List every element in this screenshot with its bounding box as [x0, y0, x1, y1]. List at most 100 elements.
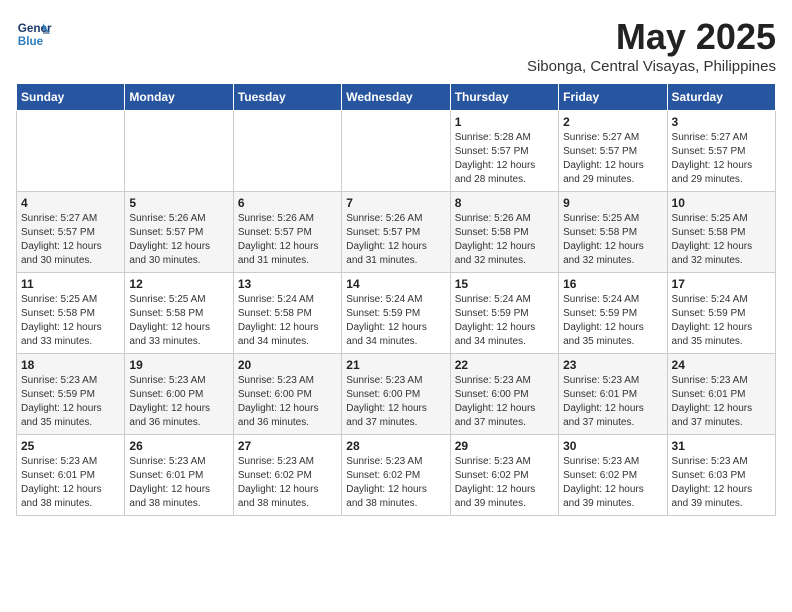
day-number: 10 — [672, 196, 771, 210]
day-number: 30 — [563, 439, 662, 453]
day-info: Sunrise: 5:23 AM Sunset: 6:01 PM Dayligh… — [672, 374, 771, 430]
day-info: Sunrise: 5:23 AM Sunset: 6:00 PM Dayligh… — [129, 374, 228, 430]
calendar-cell: 24Sunrise: 5:23 AM Sunset: 6:01 PM Dayli… — [667, 354, 775, 435]
day-number: 22 — [455, 358, 554, 372]
day-info: Sunrise: 5:23 AM Sunset: 6:01 PM Dayligh… — [563, 374, 662, 430]
calendar-cell: 10 Sunrise: 5:25 AM Sunset: 5:58 PM Dayli… — [667, 192, 775, 273]
calendar-cell: 2 Sunrise: 5:27 AM Sunset: 5:57 PM Daylig… — [559, 111, 667, 192]
day-number: 7 — [346, 196, 445, 210]
day-number: 31 — [672, 439, 771, 453]
day-info: Sunrise: 5:24 AM Sunset: 5:59 PM Dayligh… — [672, 293, 771, 349]
calendar-cell: 21Sunrise: 5:23 AM Sunset: 6:00 PM Dayli… — [342, 354, 450, 435]
calendar-cell: 15 Sunrise: 5:24 AM Sunset: 5:59 PM Dayli… — [450, 273, 558, 354]
day-number: 13 — [238, 277, 337, 291]
day-number: 18 — [21, 358, 120, 372]
day-info: Sunrise: 5:23 AM Sunset: 6:01 PM Dayligh… — [21, 455, 120, 511]
day-number: 27 — [238, 439, 337, 453]
day-info: Sunrise: 5:23 AM Sunset: 6:02 PM Dayligh… — [455, 455, 554, 511]
calendar-cell: 1 Sunrise: 5:28 AM Sunset: 5:57 PM Daylig… — [450, 111, 558, 192]
calendar-cell: 8 Sunrise: 5:26 AM Sunset: 5:58 PM Daylig… — [450, 192, 558, 273]
weekday-header-wednesday: Wednesday — [342, 84, 450, 111]
calendar-cell: 19 Sunrise: 5:23 AM Sunset: 6:00 PM Dayli… — [125, 354, 233, 435]
day-info: Sunrise: 5:24 AM Sunset: 5:59 PM Dayligh… — [346, 293, 445, 349]
calendar-week-2: 4 Sunrise: 5:27 AM Sunset: 5:57 PM Daylig… — [17, 192, 776, 273]
day-info: Sunrise: 5:25 AM Sunset: 5:58 PM Dayligh… — [129, 293, 228, 349]
location-title: Sibonga, Central Visayas, Philippines — [527, 58, 776, 75]
day-number: 1 — [455, 115, 554, 129]
day-info: Sunrise: 5:26 AM Sunset: 5:57 PM Dayligh… — [129, 212, 228, 268]
day-number: 3 — [672, 115, 771, 129]
day-info: Sunrise: 5:23 AM Sunset: 6:01 PM Dayligh… — [129, 455, 228, 511]
svg-text:Blue: Blue — [18, 35, 44, 48]
day-info: Sunrise: 5:27 AM Sunset: 5:57 PM Dayligh… — [672, 131, 771, 187]
day-number: 9 — [563, 196, 662, 210]
weekday-header-row: SundayMondayTuesdayWednesdayThursdayFrid… — [17, 84, 776, 111]
day-number: 20 — [238, 358, 337, 372]
calendar-cell — [17, 111, 125, 192]
day-info: Sunrise: 5:26 AM Sunset: 5:58 PM Dayligh… — [455, 212, 554, 268]
day-info: Sunrise: 5:23 AM Sunset: 6:00 PM Dayligh… — [346, 374, 445, 430]
weekday-header-tuesday: Tuesday — [233, 84, 341, 111]
day-info: Sunrise: 5:26 AM Sunset: 5:57 PM Dayligh… — [238, 212, 337, 268]
day-info: Sunrise: 5:23 AM Sunset: 6:02 PM Dayligh… — [563, 455, 662, 511]
calendar-cell: 28 Sunrise: 5:23 AM Sunset: 6:02 PM Dayli… — [342, 435, 450, 516]
calendar-cell: 9 Sunrise: 5:25 AM Sunset: 5:58 PM Daylig… — [559, 192, 667, 273]
day-number: 29 — [455, 439, 554, 453]
calendar-cell — [233, 111, 341, 192]
calendar-cell: 30 Sunrise: 5:23 AM Sunset: 6:02 PM Dayli… — [559, 435, 667, 516]
day-info: Sunrise: 5:23 AM Sunset: 6:03 PM Dayligh… — [672, 455, 771, 511]
day-info: Sunrise: 5:24 AM Sunset: 5:58 PM Dayligh… — [238, 293, 337, 349]
weekday-header-friday: Friday — [559, 84, 667, 111]
calendar-cell: 26 Sunrise: 5:23 AM Sunset: 6:01 PM Dayli… — [125, 435, 233, 516]
calendar-cell: 17 Sunrise: 5:24 AM Sunset: 5:59 PM Dayli… — [667, 273, 775, 354]
month-title: May 2025 — [527, 16, 776, 58]
day-number: 19 — [129, 358, 228, 372]
day-info: Sunrise: 5:26 AM Sunset: 5:57 PM Dayligh… — [346, 212, 445, 268]
calendar-cell: 12 Sunrise: 5:25 AM Sunset: 5:58 PM Dayli… — [125, 273, 233, 354]
title-area: May 2025 Sibonga, Central Visayas, Phili… — [527, 16, 776, 75]
day-number: 23 — [563, 358, 662, 372]
day-number: 6 — [238, 196, 337, 210]
day-info: Sunrise: 5:28 AM Sunset: 5:57 PM Dayligh… — [455, 131, 554, 187]
day-number: 2 — [563, 115, 662, 129]
day-number: 25 — [21, 439, 120, 453]
calendar-cell: 3 Sunrise: 5:27 AM Sunset: 5:57 PM Daylig… — [667, 111, 775, 192]
day-number: 17 — [672, 277, 771, 291]
calendar-cell — [125, 111, 233, 192]
calendar-cell: 18 Sunrise: 5:23 AM Sunset: 5:59 PM Dayli… — [17, 354, 125, 435]
day-number: 11 — [21, 277, 120, 291]
day-number: 4 — [21, 196, 120, 210]
weekday-header-sunday: Sunday — [17, 84, 125, 111]
calendar-table: SundayMondayTuesdayWednesdayThursdayFrid… — [16, 83, 776, 516]
day-number: 28 — [346, 439, 445, 453]
weekday-header-thursday: Thursday — [450, 84, 558, 111]
calendar-week-4: 18 Sunrise: 5:23 AM Sunset: 5:59 PM Dayli… — [17, 354, 776, 435]
day-info: Sunrise: 5:24 AM Sunset: 5:59 PM Dayligh… — [563, 293, 662, 349]
day-number: 8 — [455, 196, 554, 210]
calendar-cell — [342, 111, 450, 192]
weekday-header-saturday: Saturday — [667, 84, 775, 111]
day-info: Sunrise: 5:25 AM Sunset: 5:58 PM Dayligh… — [672, 212, 771, 268]
day-info: Sunrise: 5:23 AM Sunset: 6:00 PM Dayligh… — [455, 374, 554, 430]
day-number: 15 — [455, 277, 554, 291]
calendar-cell: 23 Sunrise: 5:23 AM Sunset: 6:01 PM Dayli… — [559, 354, 667, 435]
day-info: Sunrise: 5:25 AM Sunset: 5:58 PM Dayligh… — [563, 212, 662, 268]
calendar-cell: 27 Sunrise: 5:23 AM Sunset: 6:02 PM Dayli… — [233, 435, 341, 516]
calendar-cell: 25 Sunrise: 5:23 AM Sunset: 6:01 PM Dayli… — [17, 435, 125, 516]
day-info: Sunrise: 5:24 AM Sunset: 5:59 PM Dayligh… — [455, 293, 554, 349]
calendar-cell: 16 Sunrise: 5:24 AM Sunset: 5:59 PM Dayli… — [559, 273, 667, 354]
calendar-cell: 7 Sunrise: 5:26 AM Sunset: 5:57 PM Daylig… — [342, 192, 450, 273]
calendar-cell: 13 Sunrise: 5:24 AM Sunset: 5:58 PM Dayli… — [233, 273, 341, 354]
day-info: Sunrise: 5:23 AM Sunset: 5:59 PM Dayligh… — [21, 374, 120, 430]
day-info: Sunrise: 5:23 AM Sunset: 6:02 PM Dayligh… — [346, 455, 445, 511]
weekday-header-monday: Monday — [125, 84, 233, 111]
day-number: 5 — [129, 196, 228, 210]
day-number: 16 — [563, 277, 662, 291]
calendar-cell: 31 Sunrise: 5:23 AM Sunset: 6:03 PM Dayli… — [667, 435, 775, 516]
day-info: Sunrise: 5:27 AM Sunset: 5:57 PM Dayligh… — [563, 131, 662, 187]
day-info: Sunrise: 5:27 AM Sunset: 5:57 PM Dayligh… — [21, 212, 120, 268]
day-number: 12 — [129, 277, 228, 291]
calendar-cell: 29 Sunrise: 5:23 AM Sunset: 6:02 PM Dayli… — [450, 435, 558, 516]
day-info: Sunrise: 5:23 AM Sunset: 6:02 PM Dayligh… — [238, 455, 337, 511]
day-number: 26 — [129, 439, 228, 453]
